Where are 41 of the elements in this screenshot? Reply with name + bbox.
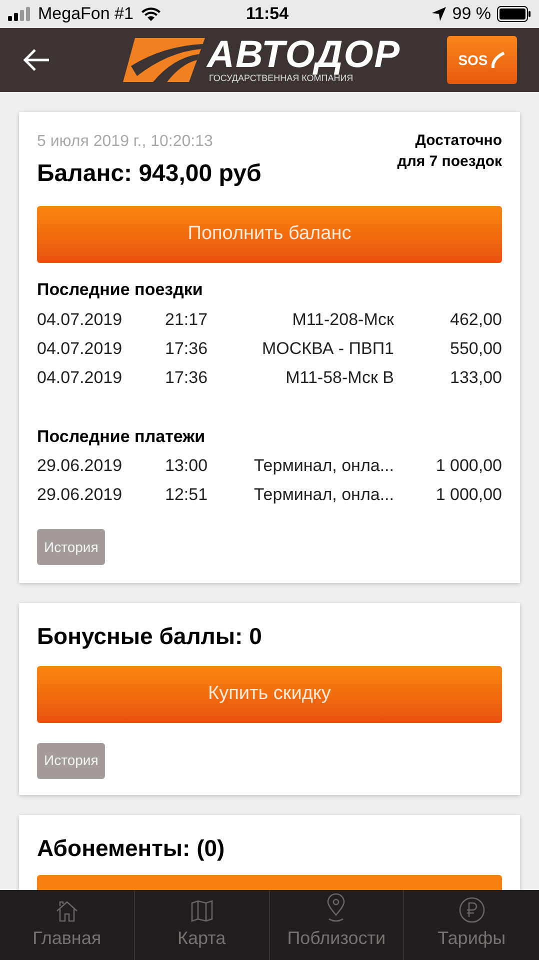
date-cell-text: 04.07.2019 <box>37 366 124 388</box>
timestamp: 5 июля 2019 г., 10:20:13 <box>37 132 214 152</box>
logo-title: АВТОДОР <box>207 37 401 73</box>
date-cell-text: 29.06.2019 <box>37 455 124 477</box>
buy-discount-button[interactable]: Купить скидку <box>37 666 502 722</box>
section-title: Последние платежи <box>37 426 206 448</box>
tab[interactable]: Карта <box>134 890 270 960</box>
sos-button[interactable]: SOS <box>447 36 517 84</box>
description-cell-text: Терминал, онла... <box>252 484 394 506</box>
bonus-title: Бонусные баллы: 0 <box>37 622 263 651</box>
history-button[interactable]: История <box>37 529 106 565</box>
section-title: Последние поездки <box>37 279 204 301</box>
history-button[interactable]: История <box>37 742 106 778</box>
trips-enough-note: Достаточно для 7 поездок <box>396 131 502 172</box>
subscriptions-title: Абонементы: (0) <box>37 834 226 863</box>
date-cell-text: 04.07.2019 <box>37 338 124 360</box>
tab[interactable]: Главная <box>0 890 135 960</box>
battery-percent: 99 % <box>452 3 491 26</box>
tab[interactable]: Тарифы <box>404 890 539 960</box>
balance-amount: Баланс: 943,00 руб <box>37 159 262 189</box>
time-cell-text: 21:17 <box>165 308 209 330</box>
amount-cell-text: 133,00 <box>449 366 502 388</box>
amount-cell-text: 462,00 <box>449 308 502 330</box>
description-cell-text: Терминал, онла... <box>252 455 394 477</box>
amount-cell-text: 1 000,00 <box>434 455 502 477</box>
time-cell-text: 17:36 <box>165 366 209 388</box>
description-cell-text: М11-208-Мск <box>291 308 394 330</box>
time-cell-text: 12:51 <box>165 484 209 506</box>
time-cell-text: 17:36 <box>165 338 209 360</box>
time-cell-text: 13:00 <box>165 455 209 477</box>
top-up-button[interactable]: Пополнить баланс <box>37 206 502 263</box>
clock-time: 11:54 <box>246 3 289 26</box>
date-cell-text: 04.07.2019 <box>37 308 124 330</box>
amount-cell-text: 550,00 <box>449 338 502 360</box>
tab[interactable]: Поблизости <box>270 890 404 960</box>
carrier-name: MegaFon #1 <box>38 3 134 26</box>
description-cell-text: М11-58-Мск В <box>284 366 394 388</box>
amount-cell-text: 1 000,00 <box>434 484 502 506</box>
date-cell-text: 29.06.2019 <box>37 484 124 506</box>
logo-subtitle: ГОСУДАРСТВЕННАЯ КОМПАНИЯ <box>209 73 354 83</box>
description-cell-text: МОСКВА - ПВП1 <box>260 338 394 360</box>
